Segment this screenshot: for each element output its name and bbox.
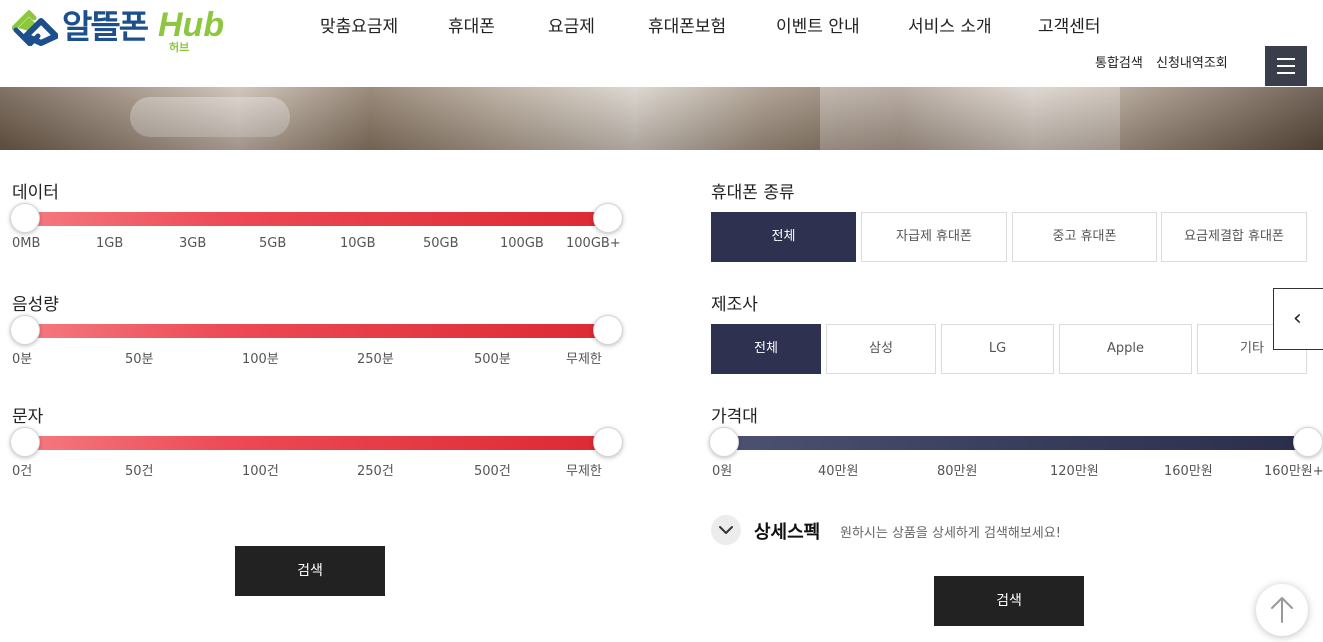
sms-slider-min-handle[interactable] xyxy=(10,427,40,457)
nav-item-phone-insurance[interactable]: 휴대폰보험 xyxy=(648,14,726,40)
site-header: 알뜰폰 Hub 허브 맞춤요금제 휴대폰 요금제 휴대폰보험 이벤트 안내 서비… xyxy=(0,0,1323,87)
spec-expand-button[interactable] xyxy=(711,515,741,545)
nav-item-service-intro[interactable]: 서비스 소개 xyxy=(908,14,992,40)
voice-slider-min-handle[interactable] xyxy=(10,315,40,345)
data-tick: 10GB xyxy=(340,236,376,251)
sms-slider-track[interactable] xyxy=(24,436,608,450)
maker-option-apple[interactable]: Apple xyxy=(1059,324,1192,374)
spec-title[interactable]: 상세스펙 xyxy=(754,518,820,544)
phone-search-button[interactable]: 검색 xyxy=(934,576,1084,626)
nav-item-custom-plan[interactable]: 맞춤요금제 xyxy=(320,14,398,40)
data-tick: 100GB xyxy=(500,236,544,251)
spec-description: 원하시는 상품을 상세하게 검색해보세요! xyxy=(840,526,1061,541)
data-slider-min-handle[interactable] xyxy=(10,203,40,233)
phone-type-option-bundled[interactable]: 요금제결합 휴대폰 xyxy=(1161,212,1307,262)
sms-label: 문자 xyxy=(12,407,44,427)
sms-tick: 500건 xyxy=(474,464,511,479)
data-tick: 1GB xyxy=(96,236,124,251)
phone-type-label: 휴대폰 종류 xyxy=(711,183,795,203)
voice-slider-max-handle[interactable] xyxy=(593,315,623,345)
voice-tick: 250분 xyxy=(357,352,394,367)
logo[interactable]: 알뜰폰 Hub 허브 xyxy=(12,6,227,54)
data-tick: 0MB xyxy=(12,236,41,251)
sms-tick: 0건 xyxy=(12,464,33,479)
nav-item-phones[interactable]: 휴대폰 xyxy=(448,14,495,40)
logo-hub-text: Hub xyxy=(158,6,225,44)
data-tick: 50GB xyxy=(423,236,459,251)
chevron-down-icon xyxy=(719,526,733,534)
voice-tick: 50분 xyxy=(125,352,154,367)
price-slider-min-handle[interactable] xyxy=(709,427,739,457)
price-tick: 160만원 xyxy=(1164,464,1213,479)
phone-type-option-all[interactable]: 전체 xyxy=(711,212,856,262)
maker-label: 제조사 xyxy=(711,295,758,315)
voice-tick: 무제한 xyxy=(566,352,602,367)
hero-banner xyxy=(0,87,1323,150)
hamburger-menu-button[interactable] xyxy=(1265,46,1307,86)
sms-tick: 100건 xyxy=(242,464,279,479)
sms-tick: 무제한 xyxy=(566,464,602,479)
price-tick: 160만원+ xyxy=(1264,464,1323,479)
hamburger-line xyxy=(1277,72,1295,74)
side-panel-toggle[interactable]: ‹ xyxy=(1273,288,1323,350)
price-tick: 80만원 xyxy=(937,464,978,479)
price-slider-track[interactable] xyxy=(724,436,1308,450)
plan-search-button[interactable]: 검색 xyxy=(235,546,385,596)
data-tick: 5GB xyxy=(259,236,287,251)
maker-option-lg[interactable]: LG xyxy=(941,324,1054,374)
order-history-link[interactable]: 신청내역조회 xyxy=(1156,52,1228,71)
nav-item-events[interactable]: 이벤트 안내 xyxy=(776,14,860,40)
price-tick: 0원 xyxy=(712,464,733,479)
voice-label: 음성량 xyxy=(12,295,59,315)
voice-tick: 100분 xyxy=(242,352,279,367)
logo-mark-icon xyxy=(12,10,58,46)
data-slider-track[interactable] xyxy=(24,212,608,226)
data-slider-max-handle[interactable] xyxy=(593,203,623,233)
integrated-search-link[interactable]: 통합검색 xyxy=(1095,52,1143,71)
data-tick: 100GB+ xyxy=(566,236,621,251)
arrow-up-icon xyxy=(1271,597,1293,623)
price-tick: 40만원 xyxy=(818,464,859,479)
nav-item-plans[interactable]: 요금제 xyxy=(548,14,595,40)
maker-option-samsung[interactable]: 삼성 xyxy=(826,324,936,374)
sms-tick: 250건 xyxy=(357,464,394,479)
logo-sub-text: 허브 xyxy=(169,41,190,54)
hamburger-line xyxy=(1277,58,1295,60)
hamburger-line xyxy=(1277,65,1295,67)
phone-type-option-unlocked[interactable]: 자급제 휴대폰 xyxy=(861,212,1007,262)
voice-tick: 500분 xyxy=(474,352,511,367)
sms-tick: 50건 xyxy=(125,464,154,479)
phone-type-option-used[interactable]: 중고 휴대폰 xyxy=(1012,212,1157,262)
nav-item-customer-center[interactable]: 고객센터 xyxy=(1038,14,1101,40)
maker-option-all[interactable]: 전체 xyxy=(711,324,821,374)
price-label: 가격대 xyxy=(711,407,758,427)
data-tick: 3GB xyxy=(179,236,207,251)
price-slider-max-handle[interactable] xyxy=(1293,427,1323,457)
chevron-left-icon: ‹ xyxy=(1293,306,1302,331)
price-tick: 120만원 xyxy=(1050,464,1099,479)
hero-overlay xyxy=(0,87,1323,150)
scroll-top-button[interactable] xyxy=(1256,584,1308,636)
voice-tick: 0분 xyxy=(12,352,33,367)
voice-slider-track[interactable] xyxy=(24,324,608,338)
data-label: 데이터 xyxy=(12,183,59,203)
logo-text: 알뜰폰 xyxy=(62,7,149,46)
sms-slider-max-handle[interactable] xyxy=(593,427,623,457)
